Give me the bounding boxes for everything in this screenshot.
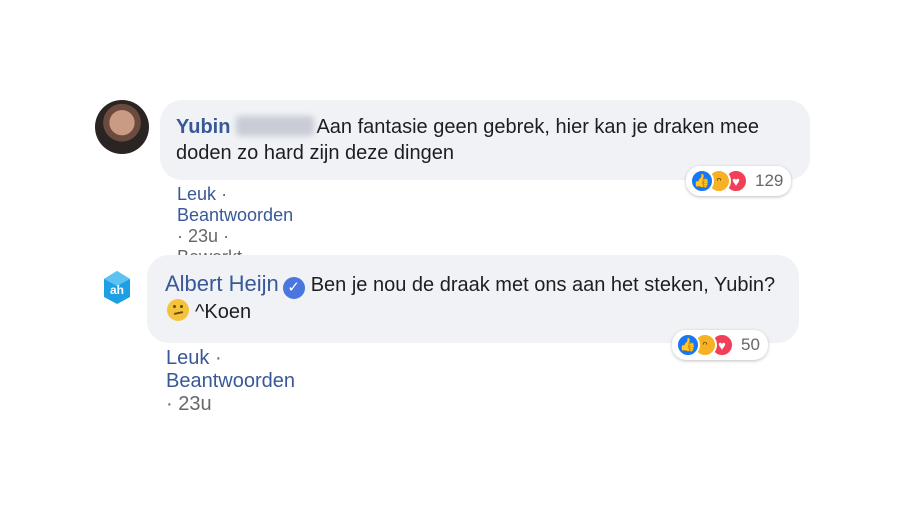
albert-heijn-logo-icon: ah	[104, 271, 130, 304]
timestamp[interactable]: 23u	[188, 226, 218, 246]
reaction-count: 50	[741, 335, 760, 354]
separator: ·	[166, 393, 173, 415]
like-icon: 👍	[676, 333, 700, 357]
separator: ·	[223, 226, 230, 246]
user-avatar[interactable]	[95, 100, 149, 154]
separator: ·	[177, 226, 183, 246]
reactions-summary[interactable]: 👍 ᵔ ♥ 50	[672, 330, 768, 360]
reply-link[interactable]: Beantwoorden	[166, 370, 295, 392]
comment-signature: ^Koen	[195, 301, 252, 323]
reply-link[interactable]: Beantwoorden	[177, 205, 293, 225]
albert-heijn-logo[interactable]: ah	[95, 264, 139, 308]
separator: ·	[221, 184, 228, 204]
like-link[interactable]: Leuk	[166, 347, 209, 369]
comment-text: Ben je nou de draak met ons aan het stek…	[310, 274, 776, 296]
separator: ·	[214, 347, 222, 369]
svg-text:ah: ah	[110, 283, 124, 297]
blurred-surname	[236, 116, 315, 136]
comment-actions: Leuk · Beantwoorden · 23u	[166, 347, 295, 416]
like-link[interactable]: Leuk	[177, 184, 216, 204]
like-icon: 👍	[690, 169, 714, 193]
comment-author[interactable]: Yubin	[176, 116, 230, 138]
comment-author[interactable]: Albert Heijn	[165, 271, 279, 296]
reaction-count: 129	[755, 171, 784, 190]
verified-badge-icon: ✓	[282, 277, 305, 299]
thinking-emoji-icon	[167, 299, 189, 321]
timestamp[interactable]: 23u	[178, 393, 211, 415]
reactions-summary[interactable]: 👍 ᵔ ♥ 129	[686, 166, 792, 196]
